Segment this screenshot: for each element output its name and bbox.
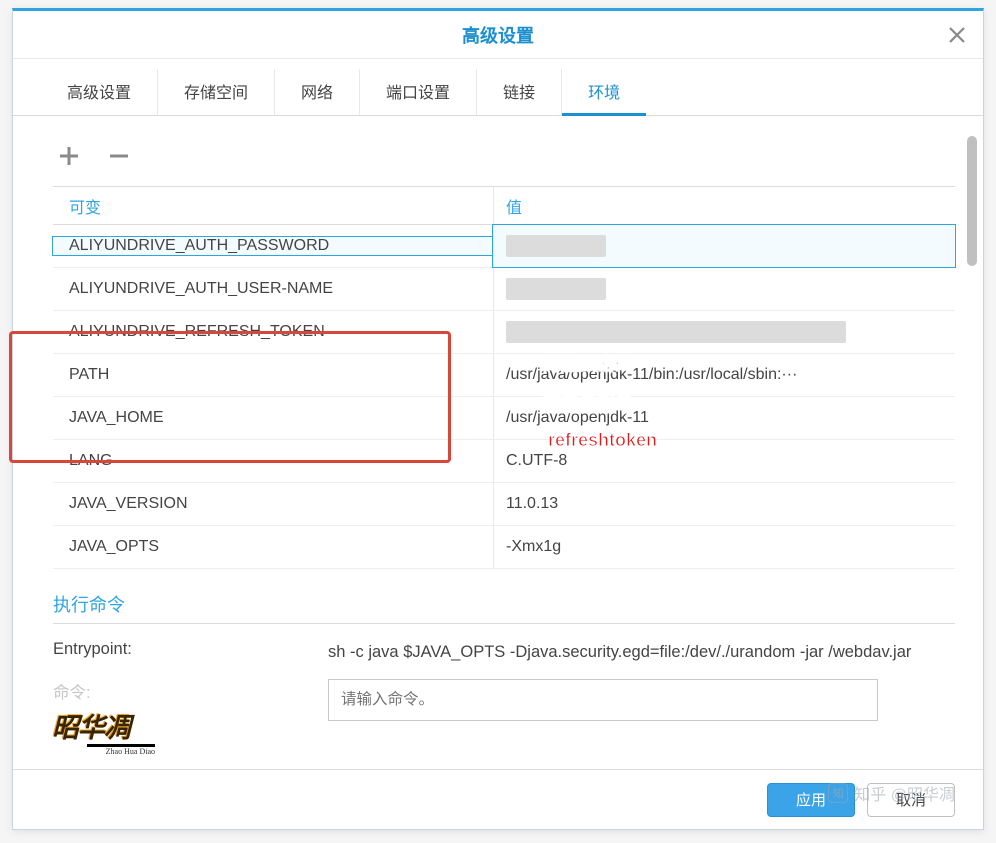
env-toolbar <box>53 128 953 186</box>
env-val[interactable] <box>493 268 955 310</box>
table-row[interactable]: JAVA_VERSION 11.0.13 <box>53 483 955 526</box>
table-row[interactable]: ALIYUNDRIVE_AUTH_PASSWORD <box>53 225 955 268</box>
blurred-value <box>506 321 846 343</box>
minus-icon <box>107 144 131 168</box>
divider <box>53 623 955 624</box>
env-val[interactable] <box>493 225 955 267</box>
env-key[interactable]: PATH <box>53 366 493 384</box>
env-key[interactable]: JAVA_OPTS <box>53 538 493 556</box>
dialog-header: 高级设置 <box>13 11 983 59</box>
add-button[interactable] <box>53 140 85 172</box>
annotation-username: 阿里云账号 <box>543 391 633 417</box>
annotation-token: refreshtoken <box>548 430 657 451</box>
remove-button[interactable] <box>103 140 135 172</box>
tab-link[interactable]: 链接 <box>477 69 562 115</box>
tab-port[interactable]: 端口设置 <box>360 69 477 115</box>
tab-advanced[interactable]: 高级设置 <box>41 69 158 115</box>
close-icon <box>948 26 966 44</box>
table-row[interactable]: JAVA_HOME /usr/java/openjdk-11 <box>53 397 955 440</box>
command-label: 命令: <box>53 679 328 703</box>
env-key[interactable]: JAVA_HOME <box>53 409 493 427</box>
scrollbar-thumb[interactable] <box>967 136 977 266</box>
exec-title: 执行命令 <box>53 591 953 617</box>
entrypoint-row: Entrypoint: sh -c java $JAVA_OPTS -Djava… <box>53 640 953 665</box>
env-val[interactable] <box>493 311 955 353</box>
entrypoint-label: Entrypoint: <box>53 640 328 659</box>
annotation-password: 阿里云密码 <box>543 350 633 376</box>
entrypoint-value: sh -c java $JAVA_OPTS -Djava.security.eg… <box>328 640 953 665</box>
watermark-text: 昭华凋 <box>51 712 129 742</box>
author-watermark: 昭华凋 Zhao Hua Diao <box>51 705 161 751</box>
env-val[interactable]: 11.0.13 <box>493 483 955 525</box>
zhihu-text: 知乎 @昭华凋 <box>854 781 955 805</box>
advanced-settings-dialog: 高级设置 高级设置 存储空间 网络 端口设置 链接 环境 可变 值 <box>12 8 984 830</box>
header-val[interactable]: 值 <box>493 187 955 224</box>
content-panel: 可变 值 ALIYUNDRIVE_AUTH_PASSWORD ALIYUNDRI… <box>13 116 983 776</box>
table-row[interactable]: LANG C.UTF-8 <box>53 440 955 483</box>
env-table-header: 可变 值 <box>53 187 955 225</box>
table-row[interactable]: JAVA_OPTS -Xmx1g <box>53 526 955 569</box>
env-key[interactable]: LANG <box>53 452 493 470</box>
env-key[interactable]: JAVA_VERSION <box>53 495 493 513</box>
tab-env[interactable]: 环境 <box>562 69 646 116</box>
env-key[interactable]: ALIYUNDRIVE_AUTH_USER-NAME <box>53 280 493 298</box>
plus-icon <box>57 144 81 168</box>
dialog-title: 高级设置 <box>462 22 534 48</box>
table-row[interactable]: ALIYUNDRIVE_REFRESH_TOKEN <box>53 311 955 354</box>
tabs: 高级设置 存储空间 网络 端口设置 链接 环境 <box>13 59 983 116</box>
command-input[interactable] <box>328 679 878 721</box>
env-key[interactable]: ALIYUNDRIVE_REFRESH_TOKEN <box>53 323 493 341</box>
close-button[interactable] <box>943 21 971 49</box>
table-row[interactable]: ALIYUNDRIVE_AUTH_USER-NAME <box>53 268 955 311</box>
zhihu-icon: 知 <box>828 783 848 803</box>
blurred-value <box>506 278 606 300</box>
watermark-sub: Zhao Hua Diao <box>87 744 155 756</box>
env-val[interactable]: -Xmx1g <box>493 526 955 568</box>
command-row: 命令: <box>53 679 953 721</box>
env-key[interactable]: ALIYUNDRIVE_AUTH_PASSWORD <box>53 237 493 255</box>
zhihu-watermark: 知 知乎 @昭华凋 <box>828 781 955 805</box>
env-table: 可变 值 ALIYUNDRIVE_AUTH_PASSWORD ALIYUNDRI… <box>53 186 955 569</box>
blurred-value <box>506 235 606 257</box>
header-key[interactable]: 可变 <box>53 194 493 218</box>
tab-storage[interactable]: 存储空间 <box>158 69 275 115</box>
table-row[interactable]: PATH /usr/java/openjdk-11/bin:/usr/local… <box>53 354 955 397</box>
tab-network[interactable]: 网络 <box>275 69 360 115</box>
